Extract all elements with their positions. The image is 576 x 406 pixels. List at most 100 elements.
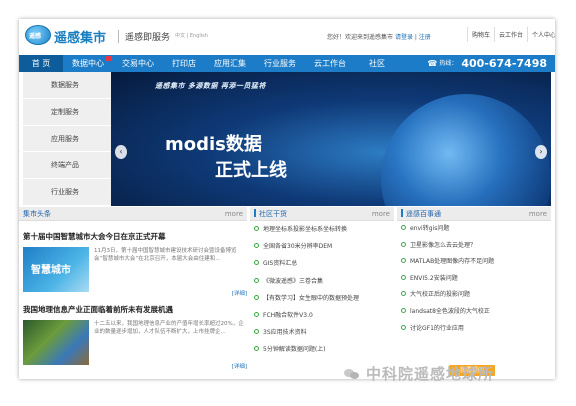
list-item[interactable]: 3S应用技术资料 [254,324,394,341]
list-item[interactable]: 全国各省30米分辨率DEM [254,238,394,255]
sidebar-item-application[interactable]: 应用服务 [23,126,111,153]
sidebar-item-terminal[interactable]: 终端产品 [23,152,111,180]
news-item-summary: 11月3日，第十届中国智慧城市建设技术研讨会暨设备博览会“智慧城市大会”在北京召… [94,248,237,262]
bullet-icon [401,258,406,264]
list-item-label: envi转gis问题 [410,225,450,232]
watermark-text: 中科院遥感地球所 [366,365,495,383]
banner-title: modis数据 [165,134,262,155]
bullet-icon [254,260,259,266]
nav-data-center-label: 数据中心 [72,59,104,68]
nav-community[interactable]: 社区 [355,55,399,72]
logo-globe-icon: 遥感 [25,25,51,45]
nav-print-shop[interactable]: 打印店 [163,55,205,72]
news-item-title[interactable]: 我国地理信息产业正面临着前所未有发展机遇 [23,304,247,315]
bullet-icon [254,329,259,335]
carousel-next-icon[interactable]: › [535,145,547,159]
geo-map-thumbnail[interactable] [23,320,89,365]
register-link[interactable]: 注册 [419,34,431,41]
hero-banner[interactable]: 遥感集市 多源数据 再添一员猛将 modis数据 正式上线 ‹ › [111,72,551,206]
community-column: 社区干货 more 地理坐标系投影坐标系坐标转换 全国各省30米分辨率DEM G… [250,207,394,379]
website-page: 遥感 遥感集市 遥感即服务 中文 | English 您好！欢迎来到遥感集市 请… [19,19,555,379]
news-item-summary: 十二五以来，我国地理信息产业的产值年增长率超过20%，企业的数量逐步增加，人才队… [94,321,244,335]
header-accent [254,209,256,217]
phone-icon: ☎ [427,59,438,68]
hotline-label: 热线： [439,60,458,67]
nav-industry[interactable]: 行业服务 [255,55,305,72]
community-header: 社区干货 more [250,207,394,221]
community-header-title: 社区干货 [259,210,287,218]
list-item[interactable]: 讨论GF1的行业应用 [401,321,551,338]
qa-header: 遥感百事通 more [397,207,551,221]
sidebar-item-data[interactable]: 数据服务 [23,72,111,99]
hot-badge-icon [105,56,112,61]
news-header: 集市头条 more [19,207,247,221]
top-buttons: 购物车 云工作台 个人中心 [467,27,555,42]
list-item[interactable]: 【有数学习】女生眼中的数据预处理 [254,290,394,307]
bullet-icon [401,274,406,280]
header-accent [401,209,403,217]
bullet-icon [401,225,406,230]
list-item-label: 全国各省30米分辨率DEM [263,243,333,251]
list-item[interactable]: ENVI5.2安装问题 [401,271,551,288]
news-item-title[interactable]: 第十届中国智慧城市大会今日在京正式开幕 [23,231,247,242]
welcome-bar: 您好！欢迎来到遥感集市 请登录 | 注册 [327,34,431,41]
bullet-icon [401,324,406,330]
list-item[interactable]: MATLAB处理图像内存不足问题 [401,254,551,271]
nav-apps[interactable]: 应用汇集 [205,55,255,72]
logo-text: 遥感集市 [54,31,107,46]
list-item[interactable]: envi转gis问题 [401,221,551,238]
nav-home[interactable]: 首 页 [19,55,63,72]
list-item-label: 《微波遥感》三卷合集 [263,277,324,285]
user-center-button[interactable]: 个人中心 [527,27,555,42]
wechat-watermark: 中科院遥感地球所 [344,363,494,384]
list-item[interactable]: 地理坐标系投影坐标系坐标转换 [254,221,394,238]
cloud-workbench-button[interactable]: 云工作台 [494,27,527,42]
list-item[interactable]: FCH融合软件V3.0 [254,307,394,324]
list-item[interactable]: 《微波遥感》三卷合集 [254,273,394,290]
list-item-label: 【有数学习】女生眼中的数据预处理 [263,294,360,302]
news-detail-link[interactable]: [详细] [232,362,247,370]
service-sidebar: 数据服务 定制服务 应用服务 终端产品 行业服务 [23,72,111,206]
nav-trade-center[interactable]: 交易中心 [113,55,163,72]
qa-more-link[interactable]: more [529,207,547,221]
community-list: 地理坐标系投影坐标系坐标转换 全国各省30米分辨率DEM GIS资料汇总 《微波… [250,221,394,359]
login-link[interactable]: 请登录 [395,34,413,41]
sidebar-item-custom[interactable]: 定制服务 [23,99,111,126]
list-item-label: MATLAB处理图像内存不足问题 [410,258,495,266]
list-item[interactable]: 5分钟解读数据问题(上) [254,341,394,358]
language-switch[interactable]: 中文 | English [175,32,208,39]
bullet-icon [254,294,259,300]
list-item-label: GIS资料汇总 [263,260,298,268]
site-header: 遥感 遥感集市 遥感即服务 中文 | English 您好！欢迎来到遥感集市 请… [19,19,555,55]
carousel-prev-icon[interactable]: ‹ [115,145,127,159]
community-more-link[interactable]: more [372,207,390,221]
news-detail-link[interactable]: [详细] [232,289,247,297]
list-item-label: 3S应用技术资料 [263,329,307,337]
nav-cloud[interactable]: 云工作台 [305,55,355,72]
hotline-number: 400-674-7498 [461,57,547,70]
news-item: 第十届中国智慧城市大会今日在京正式开幕 智慧城市 11月3日，第十届中国智慧城市… [23,221,247,370]
qa-column: 遥感百事通 more envi转gis问题 卫星影像怎么去云处理？ MATLAB… [397,207,551,379]
list-item[interactable]: 大气校正后的投影问题 [401,287,551,304]
list-item-label: 讨论GF1的行业应用 [410,324,464,332]
site-logo[interactable]: 遥感 遥感集市 [25,25,113,47]
cart-button[interactable]: 购物车 [467,27,494,42]
bullet-icon [254,226,259,231]
list-item-label: FCH融合软件V3.0 [263,311,313,319]
list-item[interactable]: 卫星影像怎么去云处理？ [401,238,551,255]
bullet-icon [401,291,406,297]
banner-subtitle: 正式上线 [215,160,287,181]
list-item-label: ENVI5.2安装问题 [410,274,458,282]
banner-slogan: 遥感集市 多源数据 再添一员猛将 [155,82,266,90]
news-item-body: 智慧城市 11月3日，第十届中国智慧城市建设技术研讨会暨设备博览会“智慧城市大会… [23,247,247,297]
sidebar-item-industry[interactable]: 行业服务 [23,179,111,206]
welcome-text: 您好！欢迎来到遥感集市 [327,34,394,41]
list-item[interactable]: GIS资料汇总 [254,255,394,272]
smart-city-thumbnail[interactable]: 智慧城市 [23,247,89,292]
nav-data-center[interactable]: 数据中心 [63,55,113,72]
list-item[interactable]: landsat8全色波段的大气校正 [401,304,551,321]
bullet-icon [254,311,259,317]
bullet-icon [254,277,259,283]
wechat-icon [344,368,360,380]
news-more-link[interactable]: more [225,207,243,221]
